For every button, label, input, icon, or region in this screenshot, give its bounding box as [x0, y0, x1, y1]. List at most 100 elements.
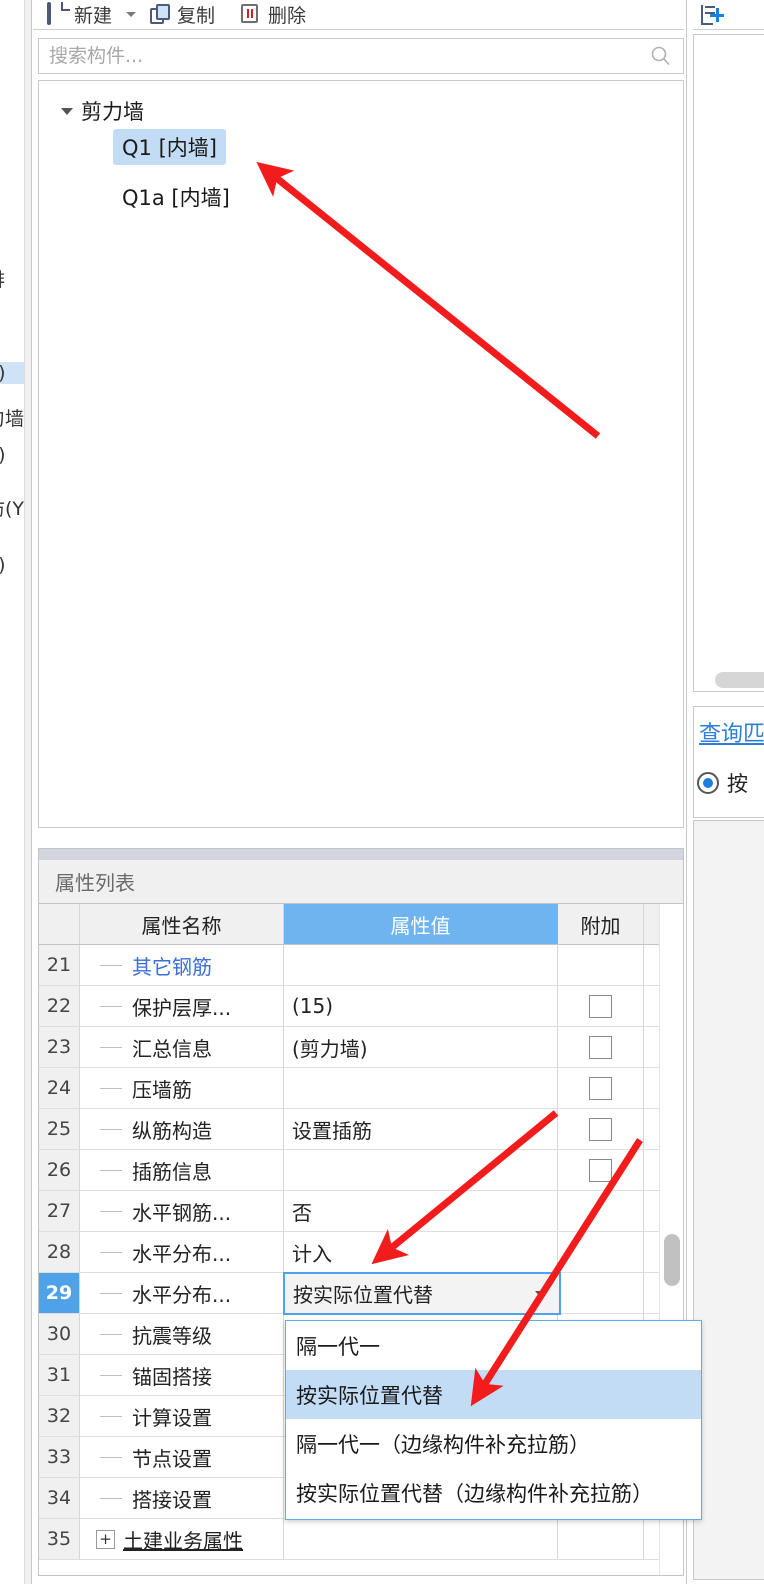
row-value[interactable]: 设置插筋 — [284, 1109, 558, 1149]
row-name-cell[interactable]: 抗震等级 — [80, 1314, 284, 1354]
dropdown-option-highlighted[interactable]: 按实际位置代替 — [286, 1370, 701, 1419]
row-name: 汇总信息 — [132, 1036, 212, 1061]
row-number: 29 — [39, 1273, 80, 1313]
table-row[interactable]: 28 水平分布... 计入 — [39, 1232, 683, 1273]
row-value[interactable] — [284, 1068, 558, 1108]
search-icon[interactable] — [647, 39, 675, 73]
row-number: 22 — [39, 986, 80, 1026]
row-name-cell[interactable]: + 土建业务属性 — [80, 1519, 284, 1559]
dropdown-option[interactable]: 隔一代一 — [286, 1321, 701, 1370]
header-name[interactable]: 属性名称 — [80, 904, 284, 944]
value-combobox[interactable]: 按实际位置代替 — [283, 1272, 561, 1315]
extra-checkbox[interactable] — [589, 1158, 612, 1182]
delete-button-label: 删除 — [268, 5, 307, 27]
caret-down-icon[interactable] — [535, 1290, 545, 1297]
property-grid-header: 属性名称 属性值 附加 — [39, 904, 683, 945]
delete-icon — [241, 4, 262, 25]
tree-node-q1[interactable]: Q1 [内墙] — [113, 129, 683, 165]
row-extra[interactable] — [558, 1150, 644, 1190]
dropdown-option[interactable]: 隔一代一（边缘构件补充拉筋） — [286, 1419, 701, 1468]
row-name-cell[interactable]: 其它钢筋 — [80, 945, 284, 985]
table-row[interactable]: 27 水平钢筋... 否 — [39, 1191, 683, 1232]
row-extra[interactable] — [558, 1027, 644, 1067]
row-name: 纵筋构造 — [132, 1118, 212, 1143]
row-value[interactable]: 否 — [284, 1191, 558, 1231]
row-name-cell[interactable]: 压墙筋 — [80, 1068, 284, 1108]
row-name-cell[interactable]: 节点设置 — [80, 1437, 284, 1477]
row-name-cell[interactable]: 插筋信息 — [80, 1150, 284, 1190]
row-name-cell[interactable]: 汇总信息 — [80, 1027, 284, 1067]
row-number: 23 — [39, 1027, 80, 1067]
row-name-cell[interactable]: 计算设置 — [80, 1396, 284, 1436]
row-name-cell[interactable]: 保护层厚... — [80, 986, 284, 1026]
extra-checkbox[interactable] — [589, 1076, 612, 1100]
tree-node-root[interactable]: 剪力墙 — [61, 93, 683, 129]
row-extra[interactable] — [558, 1109, 644, 1149]
table-row[interactable]: 25 纵筋构造 设置插筋 — [39, 1109, 683, 1150]
tree-dash-icon — [100, 1087, 122, 1089]
new-button[interactable]: 新建 — [41, 2, 118, 28]
right-panel-pill-button[interactable] — [715, 672, 764, 688]
row-extra[interactable] — [558, 1232, 644, 1272]
table-row[interactable]: 24 压墙筋 — [39, 1068, 683, 1109]
row-extra[interactable] — [558, 1519, 644, 1559]
tree-node-q1a[interactable]: Q1a [内墙] — [113, 179, 683, 215]
add-row-icon[interactable] — [701, 4, 724, 25]
row-value[interactable] — [284, 1150, 558, 1190]
row-extra[interactable] — [558, 1191, 644, 1231]
new-button-label: 新建 — [74, 5, 113, 27]
value-dropdown-list[interactable]: 隔一代一 按实际位置代替 隔一代一（边缘构件补充拉筋） 按实际位置代替（边缘构件… — [285, 1320, 702, 1520]
delete-button[interactable]: 删除 — [235, 2, 312, 28]
left-fragment: 2) — [0, 554, 6, 576]
row-number: 27 — [39, 1191, 80, 1231]
triangle-down-icon[interactable] — [61, 107, 73, 115]
radio-selected-icon[interactable] — [697, 772, 719, 794]
row-value-editor-cell[interactable]: 按实际位置代替 — [283, 1272, 561, 1315]
row-value[interactable]: (剪力墙) — [284, 1027, 558, 1067]
row-name-cell[interactable]: 水平分布... — [80, 1273, 284, 1313]
left-fragment: 2) — [0, 444, 6, 466]
query-radio-row[interactable]: 按 — [697, 768, 748, 798]
component-tree[interactable]: 剪力墙 Q1 [内墙] Q1a [内墙] — [38, 80, 684, 828]
caret-down-icon[interactable] — [126, 12, 137, 17]
extra-checkbox[interactable] — [589, 1117, 612, 1141]
header-extra[interactable]: 附加 — [558, 904, 644, 944]
row-extra[interactable] — [558, 986, 644, 1026]
row-name: 水平分布... — [132, 1282, 232, 1307]
table-row[interactable]: 35 + 土建业务属性 — [39, 1519, 683, 1560]
left-panel-scroll-strip[interactable] — [24, 0, 31, 1584]
row-extra[interactable] — [558, 1068, 644, 1108]
scrollbar-thumb[interactable] — [664, 1234, 680, 1286]
search-bar[interactable] — [38, 38, 684, 74]
row-number: 24 — [39, 1068, 80, 1108]
row-value[interactable]: 计入 — [284, 1232, 558, 1272]
row-name-cell[interactable]: 纵筋构造 — [80, 1109, 284, 1149]
dropdown-option[interactable]: 按实际位置代替（边缘构件补充拉筋） — [286, 1468, 701, 1517]
expand-plus-icon[interactable]: + — [96, 1529, 115, 1549]
left-clipped-panel: ) ) 排 2) 匀墙 2) 访(Y 2) — [0, 0, 32, 1584]
table-row[interactable]: 22 保护层厚... (15) — [39, 986, 683, 1027]
row-extra[interactable] — [558, 1273, 644, 1313]
row-value[interactable] — [284, 1519, 558, 1559]
header-value[interactable]: 属性值 — [284, 904, 558, 944]
search-input[interactable] — [39, 39, 647, 73]
row-name: 压墙筋 — [132, 1077, 192, 1102]
row-value[interactable] — [284, 945, 558, 985]
row-name-cell[interactable]: 锚固搭接 — [80, 1355, 284, 1395]
extra-checkbox[interactable] — [589, 994, 612, 1018]
copy-button[interactable]: 复制 — [144, 2, 221, 28]
row-name-cell[interactable]: 搭接设置 — [80, 1478, 284, 1518]
row-number: 35 — [39, 1519, 80, 1559]
table-row[interactable]: 23 汇总信息 (剪力墙) — [39, 1027, 683, 1068]
row-name-cell[interactable]: 水平分布... — [80, 1232, 284, 1272]
tree-node-q1-label: Q1 [内墙] — [113, 129, 226, 165]
copy-icon — [150, 4, 171, 25]
table-row[interactable]: 26 插筋信息 — [39, 1150, 683, 1191]
row-value[interactable]: (15) — [284, 986, 558, 1026]
table-row-selected[interactable]: 29 水平分布... 按实际位置代替 — [39, 1272, 683, 1315]
row-extra[interactable] — [558, 945, 644, 985]
table-row[interactable]: 21 其它钢筋 — [39, 945, 683, 986]
extra-checkbox[interactable] — [589, 1035, 612, 1059]
row-name-cell[interactable]: 水平钢筋... — [80, 1191, 284, 1231]
query-title[interactable]: 查询匹 — [699, 716, 764, 748]
